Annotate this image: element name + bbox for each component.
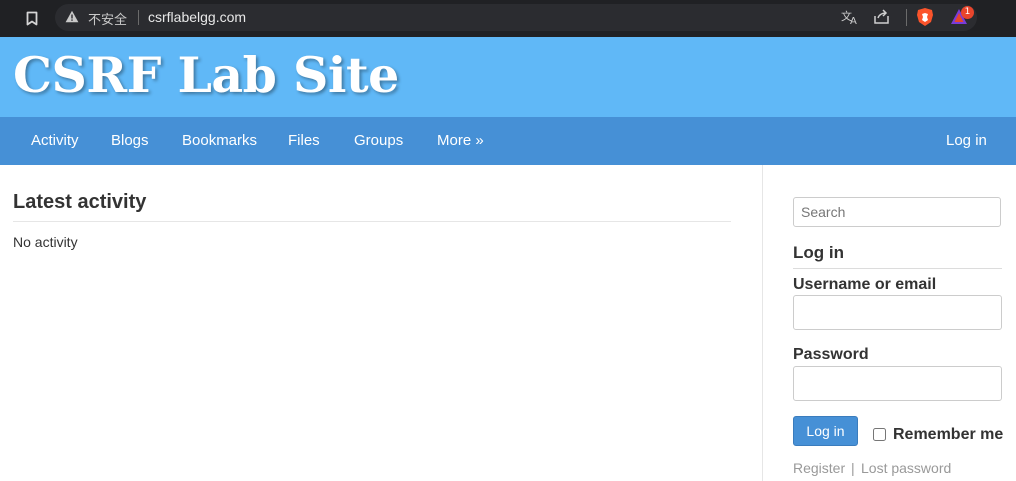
svg-text:A: A xyxy=(850,16,857,25)
site-nav: Activity Blogs Bookmarks Files Groups Mo… xyxy=(0,117,1016,165)
username-field[interactable] xyxy=(793,295,1002,330)
warning-icon[interactable] xyxy=(65,10,79,28)
remember-me-checkbox[interactable] xyxy=(873,428,886,441)
link-separator: | xyxy=(851,460,855,476)
address-bar[interactable]: 不安全 csrflabelgg.com 文A 1 xyxy=(55,4,977,31)
search-input[interactable] xyxy=(793,197,1001,227)
lost-password-link[interactable]: Lost password xyxy=(861,460,951,476)
login-button[interactable]: Log in xyxy=(793,416,858,446)
nav-item-files[interactable]: Files xyxy=(288,117,320,165)
password-field[interactable] xyxy=(793,366,1002,401)
remember-me-label[interactable]: Remember me xyxy=(893,426,1003,444)
empty-activity-message: No activity xyxy=(13,234,78,250)
page-title: Latest activity xyxy=(13,191,147,213)
nav-login-link[interactable]: Log in xyxy=(946,117,987,165)
login-divider xyxy=(793,268,1002,269)
security-status-label[interactable]: 不安全 xyxy=(88,9,127,28)
url-text[interactable]: csrflabelgg.com xyxy=(148,9,246,25)
title-divider xyxy=(13,221,731,222)
register-link[interactable]: Register xyxy=(793,460,845,476)
nav-item-blogs[interactable]: Blogs xyxy=(111,117,149,165)
rewards-badge: 1 xyxy=(961,6,974,19)
nav-item-bookmarks[interactable]: Bookmarks xyxy=(182,117,257,165)
password-label: Password xyxy=(793,346,869,363)
nav-item-groups[interactable]: Groups xyxy=(354,117,403,165)
sidebar-divider xyxy=(762,165,763,481)
omnibox-divider xyxy=(138,10,139,25)
nav-item-activity[interactable]: Activity xyxy=(31,117,79,165)
translate-icon[interactable]: 文A xyxy=(841,9,859,30)
share-icon[interactable] xyxy=(873,9,891,30)
nav-item-more[interactable]: More » xyxy=(437,117,484,165)
brave-shield-icon[interactable] xyxy=(916,7,934,32)
site-header: CSRF Lab Site xyxy=(0,37,1016,117)
site-title[interactable]: CSRF Lab Site xyxy=(13,46,399,104)
username-label: Username or email xyxy=(793,276,937,293)
browser-toolbar: 不安全 csrflabelgg.com 文A 1 xyxy=(0,0,1016,37)
login-heading: Log in xyxy=(793,243,844,262)
omnibox-divider xyxy=(906,9,907,26)
bookmark-icon[interactable] xyxy=(22,8,42,28)
